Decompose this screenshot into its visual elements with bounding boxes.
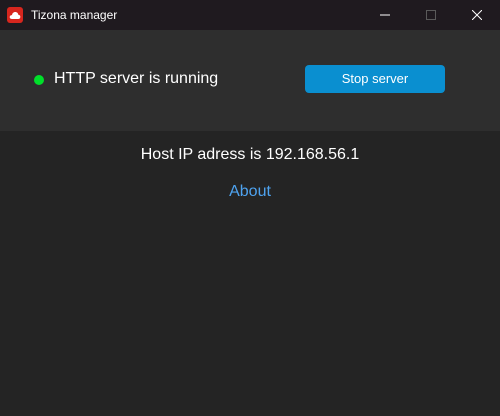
about-row: About	[0, 181, 500, 203]
close-button[interactable]	[454, 0, 500, 30]
status-panel: HTTP server is running Stop server	[0, 30, 500, 131]
maximize-icon	[426, 10, 436, 20]
stop-server-button[interactable]: Stop server	[305, 65, 445, 93]
window-title: Tizona manager	[31, 8, 118, 22]
app-window: Tizona manager HTTP server is running St…	[0, 0, 500, 416]
maximize-button[interactable]	[408, 0, 454, 30]
server-status-text: HTTP server is running	[54, 70, 219, 87]
minimize-button[interactable]	[362, 0, 408, 30]
title-bar[interactable]: Tizona manager	[0, 0, 500, 30]
close-icon	[472, 10, 482, 20]
status-indicator-icon	[34, 75, 44, 85]
host-ip-text: Host IP adress is 192.168.56.1	[140, 146, 360, 163]
cloud-icon	[7, 7, 23, 23]
about-link[interactable]: About	[229, 183, 271, 200]
minimize-icon	[380, 14, 390, 16]
